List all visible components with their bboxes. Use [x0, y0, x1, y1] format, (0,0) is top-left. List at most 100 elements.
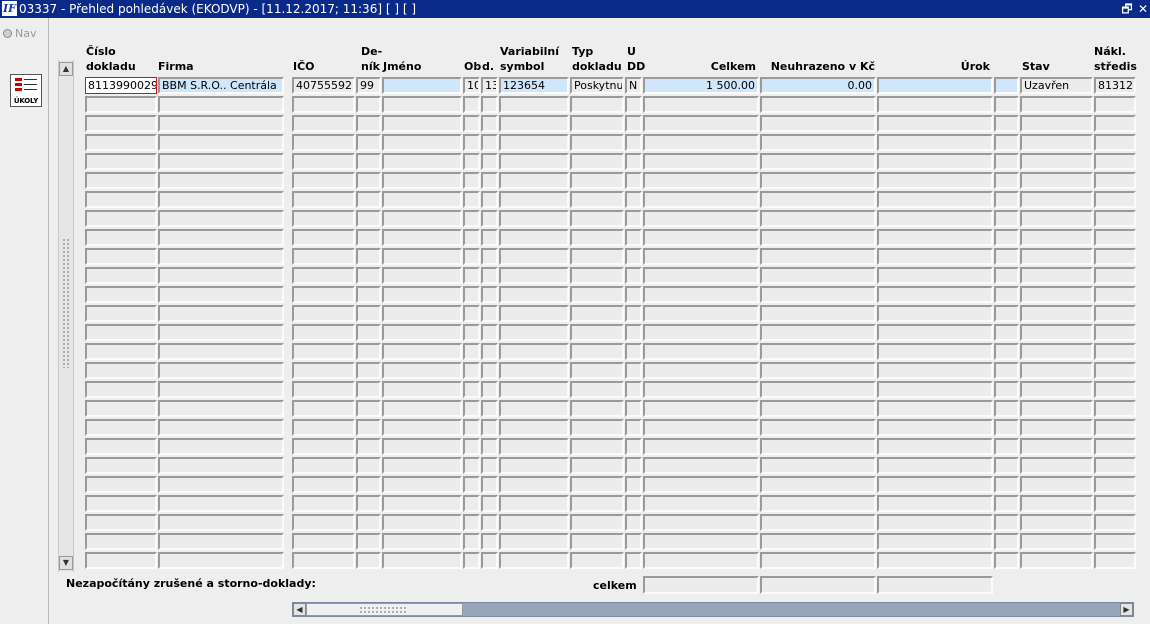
cell-udd[interactable] [625, 172, 642, 189]
column-header-vs[interactable]: Variabilní symbol [500, 44, 568, 74]
cell-jmeno[interactable] [382, 153, 462, 170]
cell-neuhrazeno[interactable] [760, 343, 876, 360]
cell-urok[interactable] [877, 96, 993, 113]
cell-celkem[interactable] [643, 210, 759, 227]
cell-nakl[interactable] [1094, 248, 1136, 265]
cell-ico[interactable]: 40755592 [292, 77, 355, 94]
cell-jmeno[interactable] [382, 457, 462, 474]
cell-firma[interactable] [158, 172, 284, 189]
cell-neuhrazeno[interactable] [760, 172, 876, 189]
cell-ob[interactable] [463, 495, 480, 512]
cell-jmeno[interactable] [382, 514, 462, 531]
cell-nakl[interactable] [1094, 172, 1136, 189]
cell-ob[interactable] [463, 210, 480, 227]
cell-stav[interactable] [1020, 552, 1093, 569]
cell-x[interactable] [994, 286, 1019, 303]
cell-urok[interactable] [877, 381, 993, 398]
cell-udd[interactable] [625, 229, 642, 246]
cell-urok[interactable] [877, 172, 993, 189]
cell-typ[interactable] [570, 172, 624, 189]
cell-neuhrazeno[interactable] [760, 495, 876, 512]
cell-jmeno[interactable] [382, 324, 462, 341]
cell-stav[interactable] [1020, 514, 1093, 531]
cell-udd[interactable] [625, 286, 642, 303]
cell-cislo[interactable] [85, 191, 157, 208]
cell-firma[interactable] [158, 286, 284, 303]
cell-denik[interactable] [356, 343, 381, 360]
cell-ob[interactable] [463, 134, 480, 151]
cell-urok[interactable] [877, 552, 993, 569]
cell-urok[interactable] [877, 286, 993, 303]
cell-nakl[interactable] [1094, 210, 1136, 227]
cell-stav[interactable] [1020, 324, 1093, 341]
cell-jmeno[interactable] [382, 400, 462, 417]
cell-firma[interactable] [158, 343, 284, 360]
cell-typ[interactable] [570, 533, 624, 550]
cell-ico[interactable] [292, 457, 355, 474]
cell-vs[interactable] [499, 172, 569, 189]
cell-d[interactable] [481, 153, 498, 170]
cell-stav[interactable] [1020, 419, 1093, 436]
cell-udd[interactable] [625, 476, 642, 493]
cell-jmeno[interactable] [382, 286, 462, 303]
column-header-celkem[interactable]: Celkem [643, 59, 756, 74]
cell-nakl[interactable] [1094, 267, 1136, 284]
cell-neuhrazeno[interactable] [760, 191, 876, 208]
cell-urok[interactable] [877, 533, 993, 550]
cell-ico[interactable] [292, 115, 355, 132]
cell-ico[interactable] [292, 96, 355, 113]
cell-cislo[interactable] [85, 248, 157, 265]
cell-cislo[interactable] [85, 286, 157, 303]
cell-d[interactable]: 13 [481, 77, 498, 94]
cell-ob[interactable] [463, 438, 480, 455]
cell-nakl[interactable] [1094, 381, 1136, 398]
cell-ico[interactable] [292, 134, 355, 151]
cell-neuhrazeno[interactable] [760, 96, 876, 113]
close-window-button[interactable]: ✕ [1136, 0, 1150, 18]
cell-jmeno[interactable] [382, 210, 462, 227]
cell-cislo[interactable] [85, 552, 157, 569]
cell-jmeno[interactable] [382, 248, 462, 265]
cell-nakl[interactable] [1094, 552, 1136, 569]
cell-d[interactable] [481, 362, 498, 379]
cell-neuhrazeno[interactable] [760, 514, 876, 531]
cell-x[interactable] [994, 362, 1019, 379]
cell-nakl[interactable] [1094, 476, 1136, 493]
cell-cislo[interactable] [85, 476, 157, 493]
cell-jmeno[interactable] [382, 533, 462, 550]
cell-neuhrazeno[interactable]: 0.00 [760, 77, 876, 94]
scroll-up-button[interactable]: ▲ [59, 62, 73, 76]
cell-ico[interactable] [292, 438, 355, 455]
scroll-left-button[interactable]: ◀ [293, 603, 306, 616]
cell-cislo[interactable] [85, 400, 157, 417]
cell-celkem[interactable] [643, 438, 759, 455]
cell-stav[interactable] [1020, 96, 1093, 113]
cell-denik[interactable] [356, 381, 381, 398]
cell-d[interactable] [481, 495, 498, 512]
cell-udd[interactable] [625, 324, 642, 341]
cell-urok[interactable] [877, 229, 993, 246]
cell-cislo[interactable] [85, 115, 157, 132]
cell-nakl[interactable] [1094, 305, 1136, 322]
cell-ob[interactable] [463, 267, 480, 284]
cell-celkem[interactable] [643, 229, 759, 246]
cell-cislo[interactable] [85, 305, 157, 322]
cell-stav[interactable] [1020, 476, 1093, 493]
cell-udd[interactable] [625, 267, 642, 284]
cell-ob[interactable] [463, 514, 480, 531]
cell-celkem[interactable] [643, 533, 759, 550]
cell-jmeno[interactable] [382, 229, 462, 246]
cell-typ[interactable] [570, 343, 624, 360]
cell-urok[interactable] [877, 419, 993, 436]
cell-x[interactable] [994, 229, 1019, 246]
cell-firma[interactable] [158, 324, 284, 341]
cell-d[interactable] [481, 229, 498, 246]
cell-ico[interactable] [292, 191, 355, 208]
cell-nakl[interactable] [1094, 191, 1136, 208]
cell-ob[interactable] [463, 381, 480, 398]
cell-celkem[interactable] [643, 476, 759, 493]
cell-cislo[interactable] [85, 419, 157, 436]
cell-ob[interactable] [463, 476, 480, 493]
cell-firma[interactable] [158, 153, 284, 170]
cell-celkem[interactable] [643, 134, 759, 151]
